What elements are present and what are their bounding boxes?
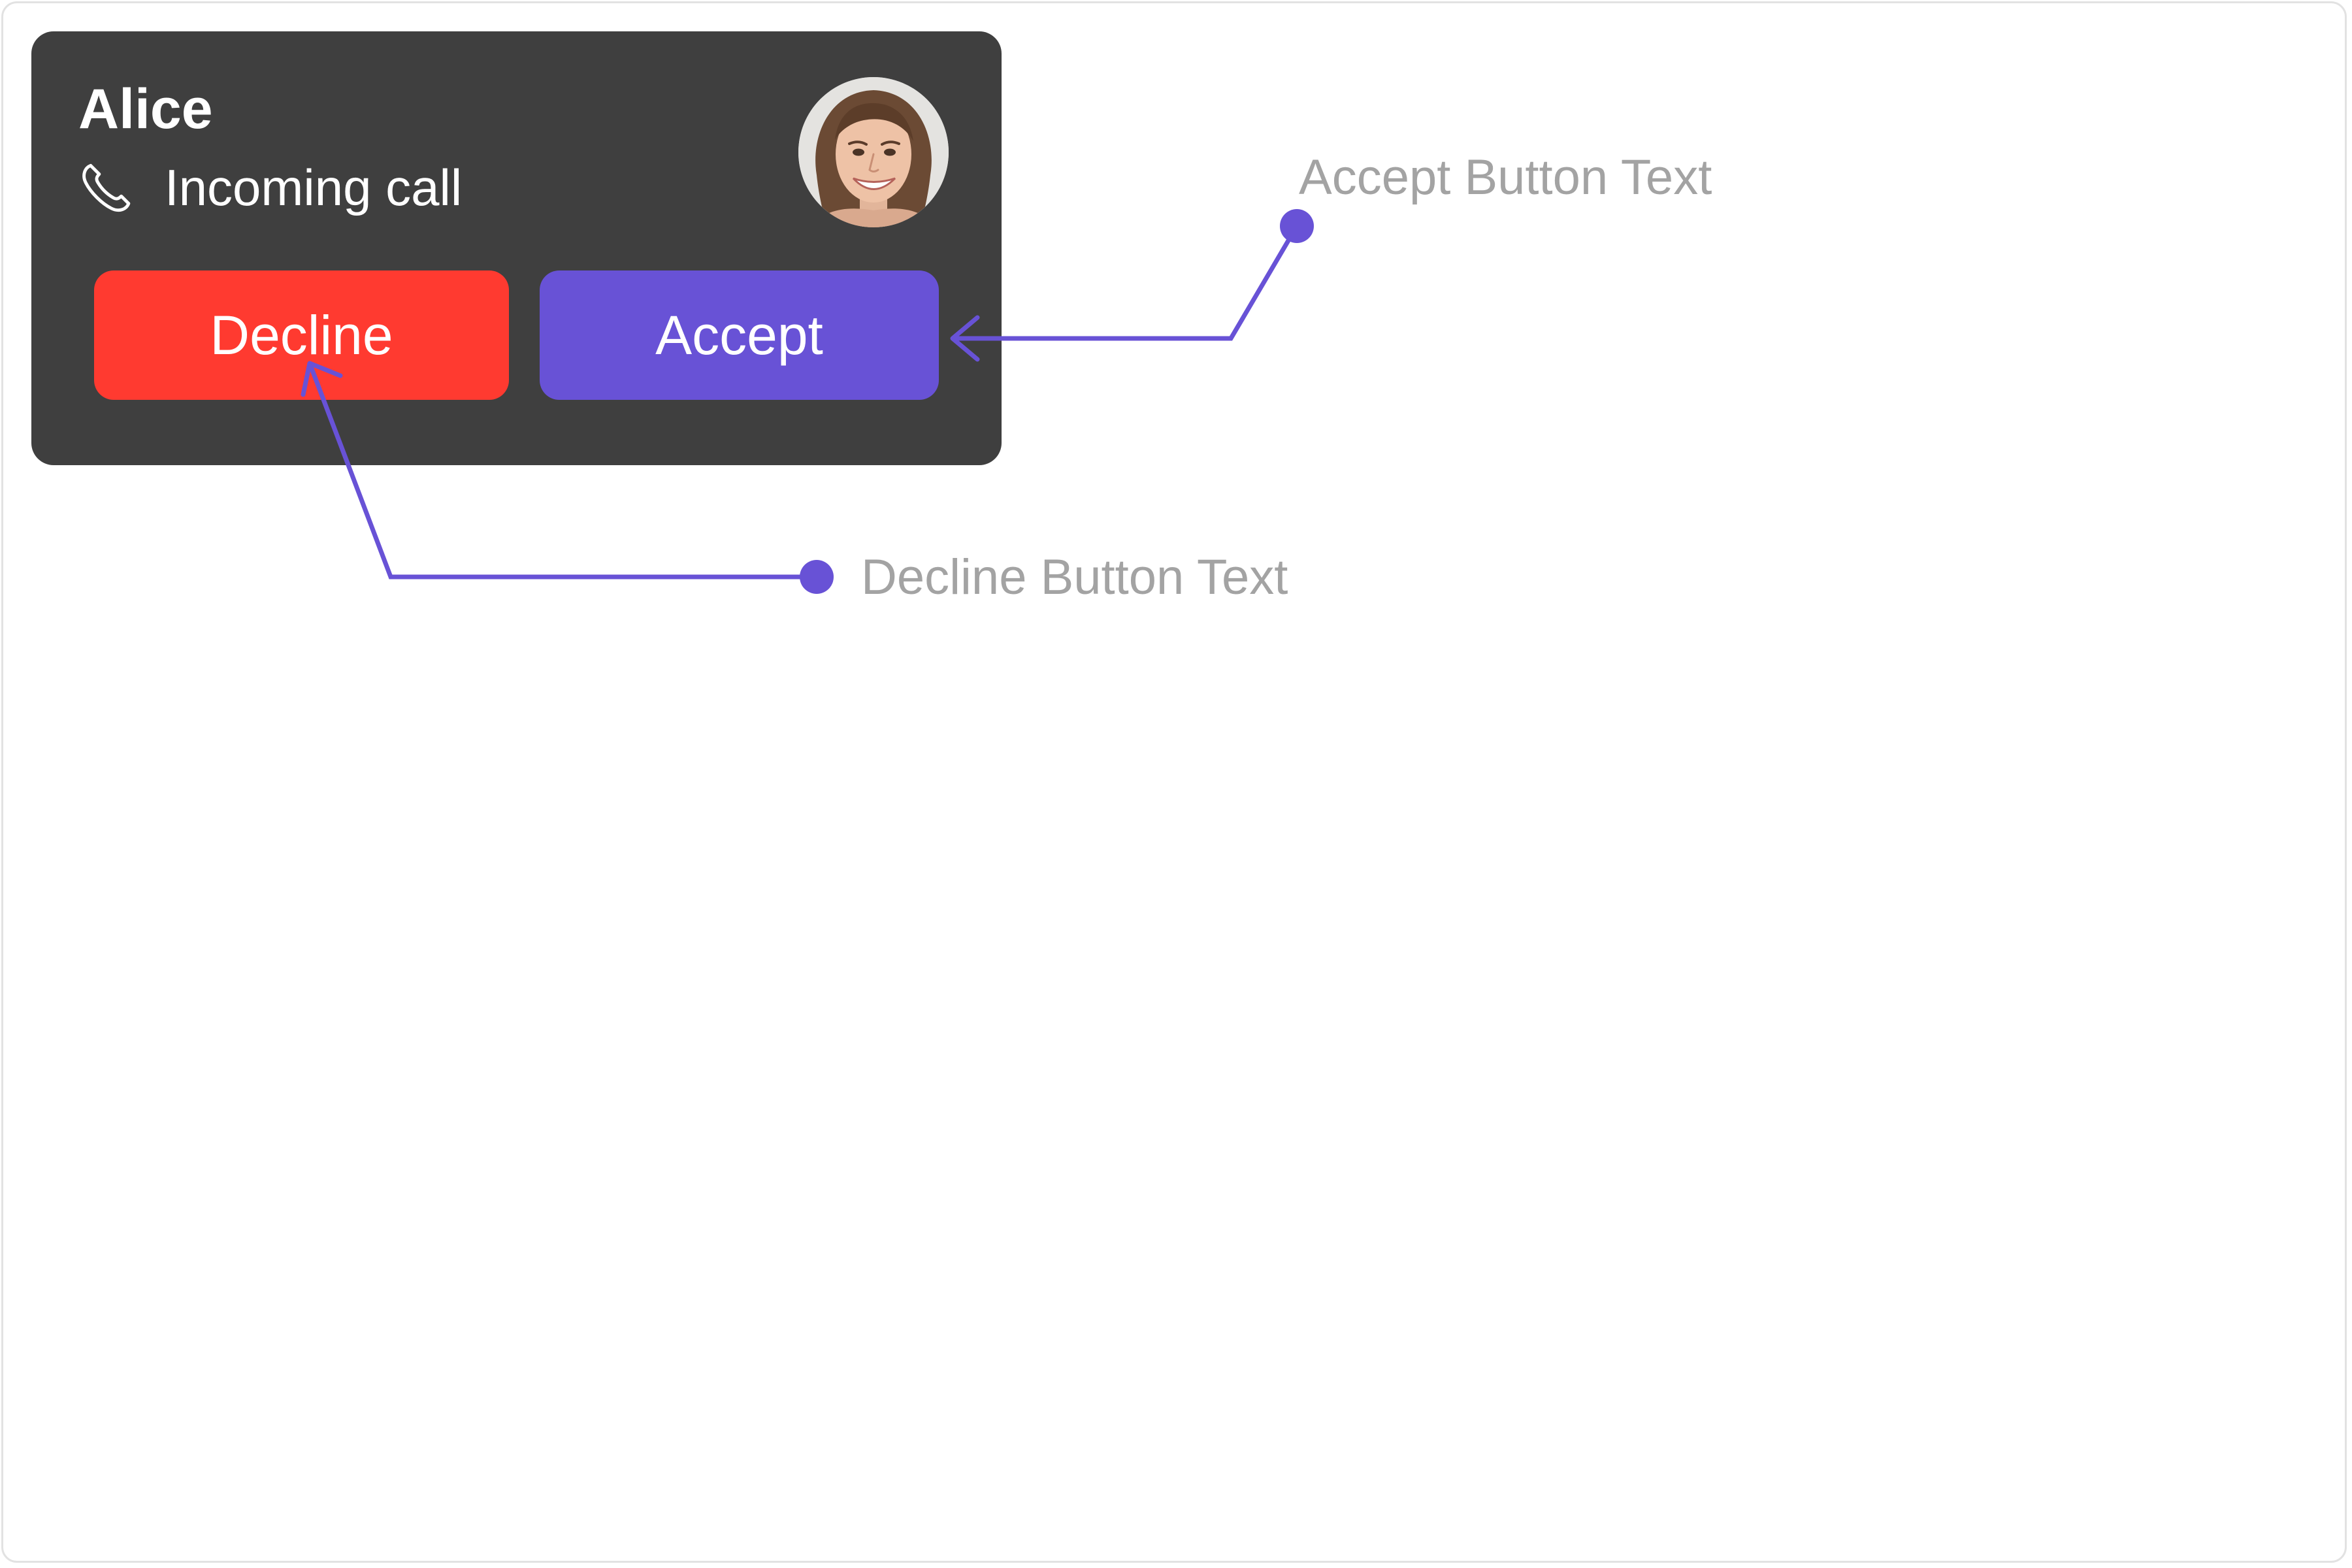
caller-avatar	[798, 77, 949, 227]
avatar-photo	[798, 77, 949, 227]
accept-button-label: Accept	[655, 304, 823, 366]
accept-annotation-label: Accept Button Text	[1299, 150, 1712, 205]
accept-button[interactable]: Accept	[540, 270, 939, 400]
decline-button-label: Decline	[210, 304, 393, 366]
caller-name: Alice	[78, 78, 213, 140]
phone-icon	[82, 163, 131, 212]
decline-annotation-label: Decline Button Text	[861, 549, 1288, 605]
decline-button[interactable]: Decline	[94, 270, 509, 400]
incoming-call-card: Alice Incoming call Decline Accept	[31, 31, 1002, 465]
call-status-text: Incoming call	[165, 159, 463, 216]
